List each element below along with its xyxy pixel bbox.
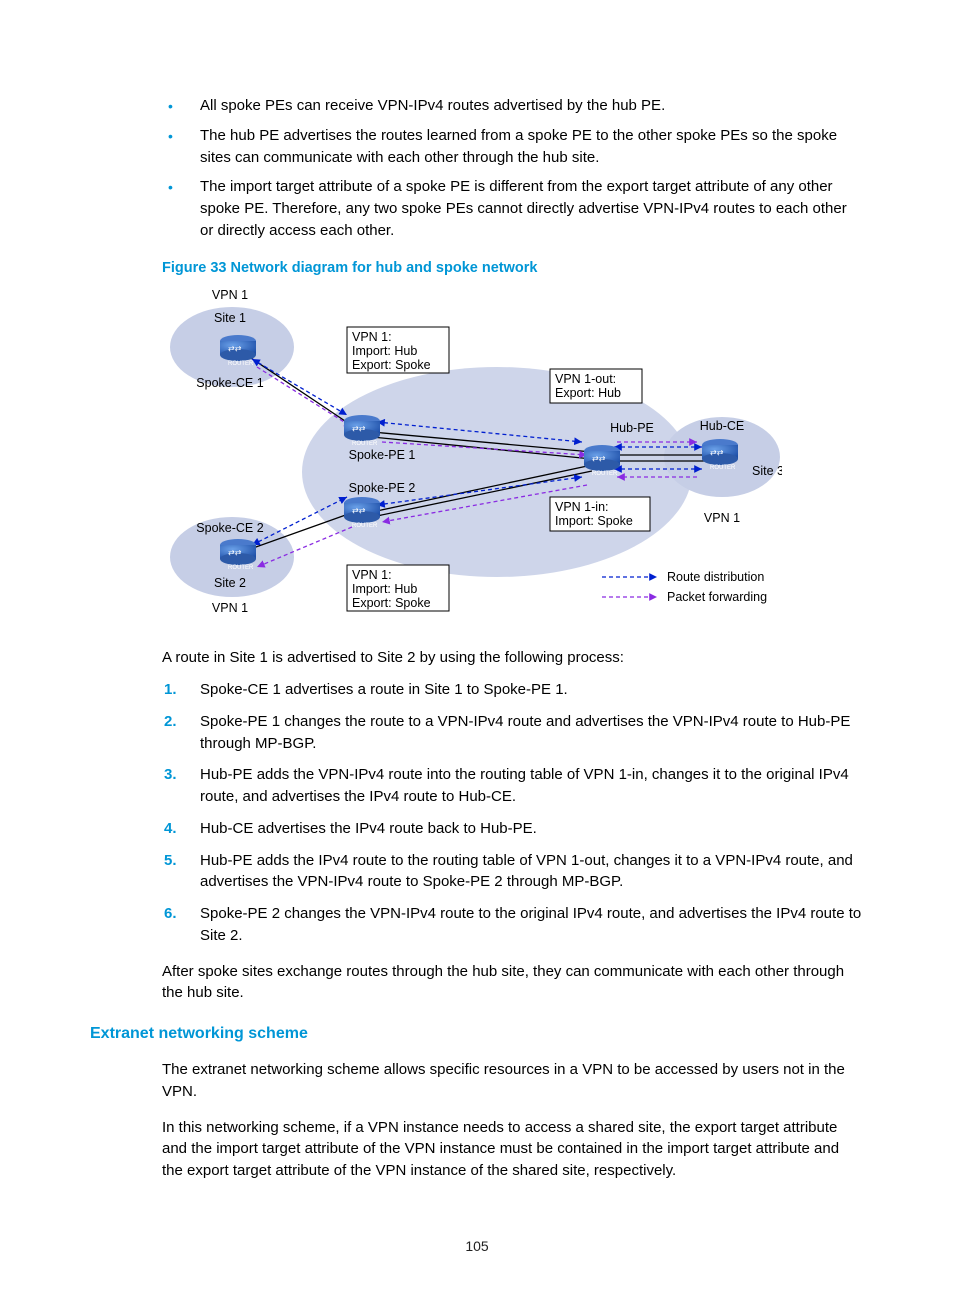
step-item: Hub-CE advertises the IPv4 route back to… [200, 818, 864, 840]
label-spoke-ce1: Spoke-CE 1 [196, 376, 263, 390]
label-spoke-ce2: Spoke-CE 2 [196, 521, 263, 535]
bullet-list: All spoke PEs can receive VPN-IPv4 route… [90, 95, 864, 242]
step-item: Spoke-PE 1 changes the route to a VPN-IP… [200, 711, 864, 755]
svg-text:⇄⇄: ⇄⇄ [710, 448, 724, 457]
legend-packet: Packet forwarding [667, 590, 767, 604]
svg-text:⇄⇄: ⇄⇄ [352, 506, 366, 515]
step-item: Hub-PE adds the VPN-IPv4 route into the … [200, 764, 864, 808]
label-site1: Site 1 [214, 311, 246, 325]
svg-text:⇄⇄: ⇄⇄ [228, 548, 242, 557]
svg-text:⇄⇄: ⇄⇄ [352, 424, 366, 433]
legend-route: Route distribution [667, 570, 764, 584]
network-diagram: ⇄⇄ ROUTER ⇄⇄ ROUTER ⇄⇄ ROUTER [162, 287, 782, 634]
svg-text:Import: Spoke: Import: Spoke [555, 514, 633, 528]
page-number: 105 [0, 1236, 954, 1256]
svg-text:Import: Hub: Import: Hub [352, 582, 417, 596]
bullet-item: All spoke PEs can receive VPN-IPv4 route… [200, 95, 864, 117]
svg-text:ROUTER: ROUTER [710, 465, 736, 471]
extranet-p2: In this networking scheme, if a VPN inst… [162, 1117, 864, 1182]
svg-text:VPN 1-out:: VPN 1-out: [555, 372, 616, 386]
step-item: Hub-PE adds the IPv4 route to the routin… [200, 850, 864, 894]
svg-text:ROUTER: ROUTER [228, 565, 254, 571]
legend: Route distribution Packet forwarding [602, 570, 767, 604]
label-vpn1-bottom: VPN 1 [212, 601, 248, 615]
intro-para: A route in Site 1 is advertised to Site … [162, 647, 864, 669]
label-vpn1-right: VPN 1 [704, 511, 740, 525]
svg-text:Import: Hub: Import: Hub [352, 344, 417, 358]
label-spoke-pe2: Spoke-PE 2 [349, 481, 416, 495]
extranet-heading: Extranet networking scheme [90, 1022, 864, 1045]
box-vpn1-in: VPN 1-in: Import: Spoke [550, 497, 650, 531]
svg-text:VPN 1:: VPN 1: [352, 330, 392, 344]
svg-text:⇄⇄: ⇄⇄ [592, 454, 606, 463]
extranet-p1: The extranet networking scheme allows sp… [162, 1059, 864, 1103]
label-vpn1-top: VPN 1 [212, 288, 248, 302]
svg-text:VPN 1:: VPN 1: [352, 568, 392, 582]
bullet-item: The hub PE advertises the routes learned… [200, 125, 864, 169]
svg-text:Export: Hub: Export: Hub [555, 386, 621, 400]
label-hub-ce: Hub-CE [700, 419, 744, 433]
svg-text:Export: Spoke: Export: Spoke [352, 358, 431, 372]
svg-text:VPN 1-in:: VPN 1-in: [555, 500, 609, 514]
svg-text:Export: Spoke: Export: Spoke [352, 596, 431, 610]
box-vpn1-bottom: VPN 1: Import: Hub Export: Spoke [347, 565, 449, 611]
svg-text:ROUTER: ROUTER [228, 361, 254, 367]
step-item: Spoke-CE 1 advertises a route in Site 1 … [200, 679, 864, 701]
steps-list: Spoke-CE 1 advertises a route in Site 1 … [90, 679, 864, 947]
svg-text:ROUTER: ROUTER [352, 523, 378, 529]
label-spoke-pe1: Spoke-PE 1 [349, 448, 416, 462]
box-vpn1-top: VPN 1: Import: Hub Export: Spoke [347, 327, 449, 373]
bullet-item: The import target attribute of a spoke P… [200, 176, 864, 241]
label-site2: Site 2 [214, 576, 246, 590]
box-vpn1-out: VPN 1-out: Export: Hub [550, 369, 642, 403]
figure-caption: Figure 33 Network diagram for hub and sp… [162, 258, 864, 279]
step-item: Spoke-PE 2 changes the VPN-IPv4 route to… [200, 903, 864, 947]
svg-text:ROUTER: ROUTER [352, 441, 378, 447]
after-steps-para: After spoke sites exchange routes throug… [162, 961, 864, 1005]
label-hub-pe: Hub-PE [610, 421, 654, 435]
svg-text:ROUTER: ROUTER [592, 471, 618, 477]
label-site3: Site 3 [752, 464, 782, 478]
svg-text:⇄⇄: ⇄⇄ [228, 344, 242, 353]
